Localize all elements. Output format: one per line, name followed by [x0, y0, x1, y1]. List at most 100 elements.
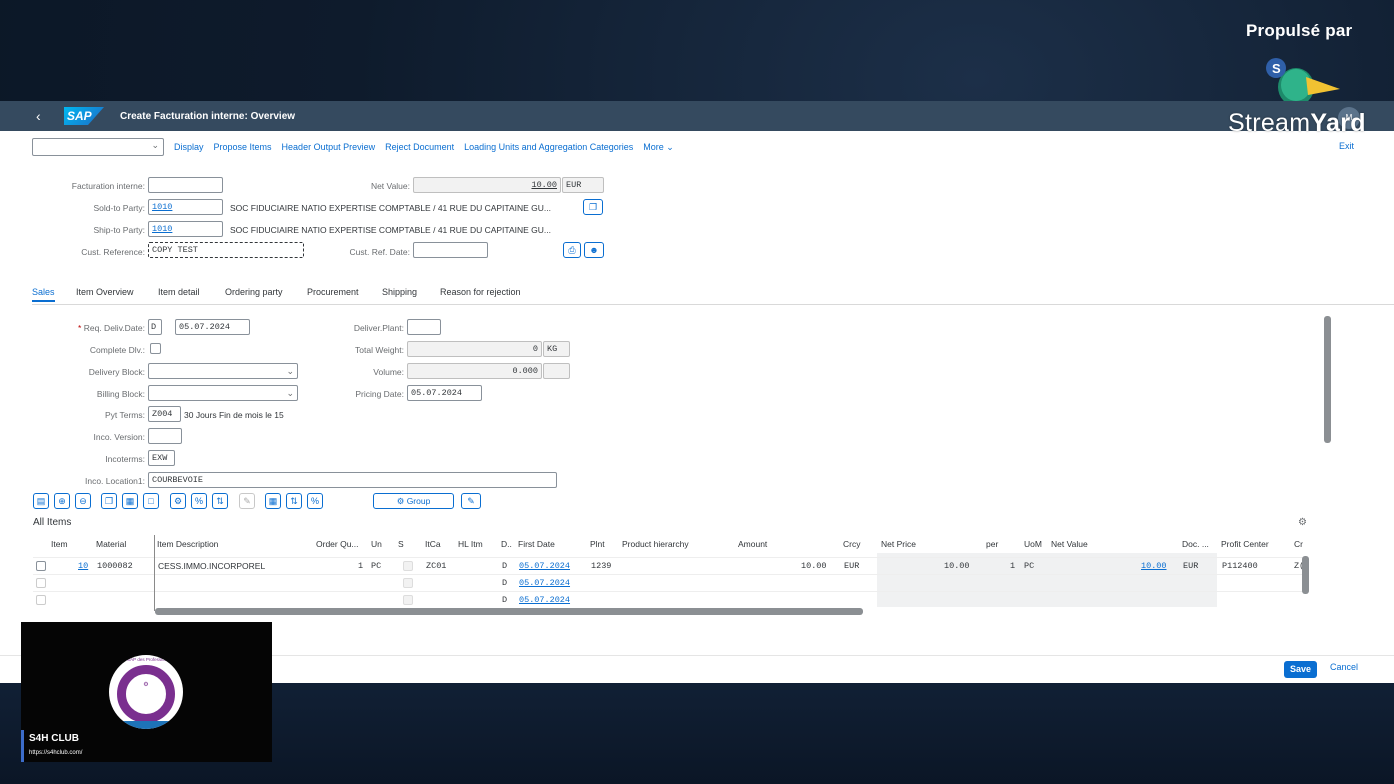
col-doc[interactable]: Doc. ...	[1182, 535, 1209, 553]
cell-first-date[interactable]: 05.07.2024	[519, 592, 570, 609]
filter-icon[interactable]: %	[307, 493, 323, 509]
back-button[interactable]: ‹	[36, 108, 60, 124]
cell-first-date[interactable]: 05.07.2024	[519, 558, 570, 575]
tab-item-detail[interactable]: Item detail	[158, 287, 200, 297]
table-horizontal-scrollbar[interactable]	[155, 608, 863, 615]
cell-s-checkbox[interactable]	[403, 578, 413, 588]
col-item[interactable]: Item	[51, 535, 68, 553]
col-s[interactable]: S	[398, 535, 404, 553]
row-select-checkbox[interactable]	[36, 561, 46, 571]
col-per[interactable]: per	[986, 535, 998, 553]
save-button[interactable]: Save	[1283, 661, 1317, 678]
table-settings-icon[interactable]: ▦	[265, 493, 281, 509]
req-deliv-type-field[interactable]: D	[148, 319, 162, 335]
col-un[interactable]: Un	[371, 535, 382, 553]
table-row[interactable]: D 05.07.2024	[33, 591, 1303, 608]
incoterms-field[interactable]: EXW	[148, 450, 175, 466]
tab-shipping[interactable]: Shipping	[382, 287, 417, 297]
reject-document-button[interactable]: Reject Document	[385, 142, 454, 152]
delete-row-icon[interactable]: ⊖	[75, 493, 91, 509]
cell-profit-center[interactable]: P112400	[1222, 558, 1258, 575]
command-select[interactable]: ⌄	[32, 138, 164, 156]
cust-ref-date-field[interactable]	[413, 242, 488, 258]
cell-s-checkbox[interactable]	[403, 561, 413, 571]
copy-row-icon[interactable]: ❐	[101, 493, 117, 509]
req-deliv-date-field[interactable]: 05.07.2024	[175, 319, 250, 335]
pyt-terms-field[interactable]: Z004	[148, 406, 181, 422]
col-profit-center[interactable]: Profit Center	[1221, 535, 1269, 553]
cell-d[interactable]: D	[502, 575, 507, 592]
inco-location-field[interactable]: COURBEVOIE	[148, 472, 557, 488]
billing-block-select[interactable]: ⌄	[148, 385, 298, 401]
cell-item-description[interactable]: CESS.IMMO.INCORPOREL	[158, 558, 265, 575]
group-button[interactable]: ⚙ Group	[373, 493, 454, 509]
cancel-button[interactable]: Cancel	[1330, 662, 1358, 672]
cell-amount[interactable]: 10.00	[801, 558, 827, 575]
cell-d[interactable]: D	[502, 592, 507, 609]
form-scrollbar[interactable]	[1324, 316, 1331, 443]
tab-item-overview[interactable]: Item Overview	[76, 287, 134, 297]
complete-dlv-checkbox[interactable]	[150, 343, 161, 354]
add-row-icon[interactable]: ⊕	[54, 493, 70, 509]
exit-button[interactable]: Exit	[1339, 141, 1354, 151]
col-crcy[interactable]: Crcy	[843, 535, 860, 553]
pricing-date-field[interactable]: 05.07.2024	[407, 385, 482, 401]
col-net-value[interactable]: Net Value	[1051, 535, 1088, 553]
table-settings-gear-icon[interactable]: ⚙	[1298, 517, 1307, 528]
schedule-icon[interactable]: ⇅	[212, 493, 228, 509]
delivery-block-select[interactable]: ⌄	[148, 363, 298, 379]
ship-to-field[interactable]: 1010	[148, 221, 223, 237]
table-vertical-scrollbar[interactable]	[1302, 556, 1309, 594]
col-d[interactable]: D..	[501, 535, 512, 553]
tab-sales[interactable]: Sales	[32, 287, 55, 302]
cell-plnt[interactable]: 1239	[591, 558, 611, 575]
cell-material[interactable]: 1000082	[97, 558, 133, 575]
cell-first-date[interactable]: 05.07.2024	[519, 575, 570, 592]
col-amount[interactable]: Amount	[738, 535, 767, 553]
cell-s-checkbox[interactable]	[403, 595, 413, 605]
col-itca[interactable]: ItCa	[425, 535, 441, 553]
header-output-preview-button[interactable]: Header Output Preview	[282, 142, 376, 152]
sold-to-field[interactable]: 1010	[148, 199, 223, 215]
pricing-icon[interactable]: %	[191, 493, 207, 509]
cust-reference-field[interactable]: COPY TEST	[148, 242, 304, 258]
deliver-plant-field[interactable]	[407, 319, 441, 335]
loading-units-button[interactable]: Loading Units and Aggregation Categories	[464, 142, 633, 152]
col-first-date[interactable]: First Date	[518, 535, 555, 553]
display-button[interactable]: Display	[174, 142, 204, 152]
tab-procurement[interactable]: Procurement	[307, 287, 359, 297]
col-plnt[interactable]: Plnt	[590, 535, 605, 553]
document-icon[interactable]: ⎙	[563, 242, 581, 258]
sap-logo[interactable]: SAP	[64, 107, 104, 125]
row-select-checkbox[interactable]	[36, 595, 46, 605]
facturation-field[interactable]	[148, 177, 223, 193]
col-product-hierarchy[interactable]: Product hierarchy	[622, 535, 689, 553]
table-row[interactable]: 10 1000082 CESS.IMMO.INCORPOREL 1 PC ZC0…	[33, 557, 1303, 574]
cell-net-value[interactable]: 10.00	[1141, 558, 1167, 575]
col-hl-itm[interactable]: HL Itm	[458, 535, 483, 553]
cell-itca[interactable]: ZC01	[426, 558, 446, 575]
col-uom[interactable]: UoM	[1024, 535, 1042, 553]
disabled-tool-icon[interactable]: ✎	[239, 493, 255, 509]
col-material[interactable]: Material	[96, 535, 126, 553]
conditions-icon[interactable]: ⚙	[170, 493, 186, 509]
col-order-qty[interactable]: Order Qu...	[316, 535, 359, 553]
deselect-all-icon[interactable]: □	[143, 493, 159, 509]
item-detail-icon[interactable]: ▤	[33, 493, 49, 509]
cell-item[interactable]: 10	[78, 558, 88, 575]
cell-un[interactable]: PC	[371, 558, 381, 575]
more-button[interactable]: More ⌄	[643, 142, 674, 153]
group-options-icon[interactable]: ✎	[461, 493, 481, 509]
person-icon[interactable]: ☻	[584, 242, 604, 258]
tab-reason-for-rejection[interactable]: Reason for rejection	[440, 287, 521, 297]
cell-crcy[interactable]: EUR	[844, 558, 859, 575]
copy-icon[interactable]: ❐	[583, 199, 603, 215]
select-all-icon[interactable]: ▦	[122, 493, 138, 509]
col-item-description[interactable]: Item Description	[157, 535, 218, 553]
cell-order-qty[interactable]: 1	[358, 558, 363, 575]
inco-version-field[interactable]	[148, 428, 182, 444]
table-row[interactable]: D 05.07.2024	[33, 574, 1303, 591]
col-cr[interactable]: Cr	[1294, 535, 1303, 553]
cell-d[interactable]: D	[502, 558, 507, 575]
col-net-price[interactable]: Net Price	[881, 535, 916, 553]
